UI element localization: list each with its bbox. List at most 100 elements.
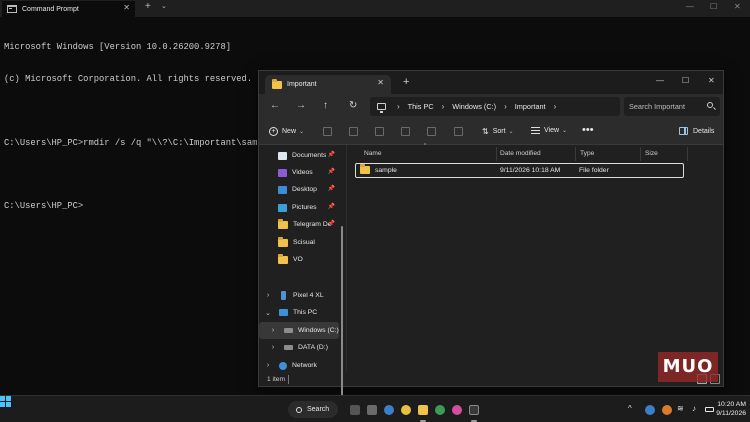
paste-icon[interactable] (375, 127, 384, 136)
file-list: ^ Name Date modified Type Size sample 9/… (351, 143, 723, 371)
folder-icon (272, 78, 282, 89)
network-icon (279, 361, 287, 370)
column-type[interactable]: Type (580, 150, 594, 157)
volume-icon[interactable]: ♪ (692, 404, 696, 413)
view-button[interactable]: View ⌄ (531, 127, 567, 134)
more-options-icon[interactable]: ••• (582, 124, 594, 136)
chevron-right-icon[interactable]: › (267, 344, 279, 351)
nav-item-vo[interactable]: VO (259, 251, 339, 268)
command-bar: + New ⌄ ⇅ Sort ⌄ View ⌄ ••• Details (259, 120, 723, 145)
breadcrumb-important[interactable]: Important (515, 102, 546, 111)
nav-item-windows-c[interactable]: › Windows (C:) (259, 322, 339, 339)
minimize-button[interactable]: — (686, 2, 694, 11)
task-view-icon[interactable] (350, 405, 360, 415)
details-label: Details (693, 127, 715, 135)
status-bar: 1 item (259, 372, 723, 387)
nav-item-videos[interactable]: Videos 📌 (259, 164, 339, 181)
file-name: sample (375, 166, 397, 174)
tray-app-icon[interactable] (645, 405, 655, 415)
browser-icon[interactable] (384, 405, 394, 415)
search-input[interactable] (629, 102, 705, 111)
refresh-icon[interactable]: ↻ (349, 100, 357, 111)
this-pc-icon (279, 309, 288, 316)
documents-icon (278, 151, 287, 160)
cmd-tab-title: Command Prompt (22, 5, 79, 13)
close-button[interactable]: ✕ (708, 76, 715, 85)
widgets-icon[interactable] (367, 405, 377, 415)
clock[interactable]: 10:20 AM 9/11/2026 (712, 400, 746, 418)
breadcrumb-this-pc[interactable]: This PC (408, 102, 434, 111)
cmd-output[interactable]: Microsoft Windows [Version 10.0.26200.92… (4, 21, 284, 233)
file-row[interactable]: sample 9/11/2026 10:18 AM File folder (355, 163, 684, 178)
address-bar[interactable]: › This PC › Windows (C:) › Important › (370, 97, 620, 116)
nav-item-this-pc[interactable]: ⌄ This PC (259, 304, 339, 321)
drive-icon (284, 328, 293, 333)
chevron-down-icon[interactable]: ⌄ (262, 309, 274, 317)
chevron-right-icon[interactable]: › (267, 327, 279, 334)
column-divider[interactable] (575, 147, 576, 161)
nav-item-desktop[interactable]: Desktop 📌 (259, 181, 339, 198)
column-divider[interactable] (640, 147, 641, 161)
details-pane-button[interactable]: Details (679, 127, 714, 135)
sort-icon: ⇅ (482, 127, 489, 136)
nav-item-scisual[interactable]: Scisual (259, 234, 339, 251)
taskbar-search[interactable]: Search (288, 401, 338, 418)
close-tab-icon[interactable]: ✕ (377, 78, 384, 87)
address-row: ← → ↑ ↻ › This PC › Windows (C:) › Impor… (259, 94, 723, 120)
nav-item-pictures[interactable]: Pictures 📌 (259, 199, 339, 216)
file-name-cell: sample (360, 164, 397, 174)
chevron-right-icon[interactable]: › (262, 362, 274, 369)
nav-item-data-d[interactable]: › DATA (D:) (259, 339, 339, 356)
search-box[interactable] (624, 97, 720, 116)
view-icon (531, 127, 540, 134)
up-arrow-icon[interactable]: ↑ (323, 100, 328, 111)
nav-item-label: Scisual (293, 239, 315, 246)
explorer-tab[interactable]: Important ✕ (265, 75, 391, 94)
cmd-tab[interactable]: Command Prompt ✕ (2, 1, 135, 17)
cmd-titlebar: Command Prompt ✕ + ⌄ — ☐ ✕ (0, 0, 750, 17)
breadcrumb-windows-c[interactable]: Windows (C:) (452, 102, 496, 111)
column-date-modified[interactable]: Date modified (500, 150, 541, 157)
share-icon[interactable] (427, 127, 436, 136)
new-tab-button[interactable]: + (403, 76, 409, 88)
new-button[interactable]: + New ⌄ (269, 127, 304, 136)
wifi-icon[interactable]: ≋ (677, 404, 684, 413)
pane-divider[interactable] (346, 145, 347, 371)
nav-item-pixel[interactable]: › Pixel 4 XL (259, 287, 339, 304)
nav-item-telegram[interactable]: Telegram De 📌 (259, 216, 339, 233)
chrome-profile-icon[interactable] (435, 405, 445, 415)
plus-icon: + (269, 127, 278, 136)
chevron-right-icon[interactable]: › (262, 292, 274, 299)
start-icon[interactable] (0, 396, 11, 407)
chrome-icon[interactable] (401, 405, 411, 415)
column-divider[interactable] (687, 147, 688, 161)
chevron-down-icon[interactable]: ⌄ (161, 2, 167, 10)
column-divider[interactable] (496, 147, 497, 161)
back-arrow-icon[interactable]: ← (270, 100, 280, 111)
column-size[interactable]: Size (645, 150, 658, 157)
terminal-icon[interactable] (469, 405, 479, 415)
maximize-button[interactable]: ☐ (682, 76, 689, 85)
close-button[interactable]: ✕ (734, 2, 741, 11)
file-explorer-icon[interactable] (418, 405, 428, 415)
new-tab-button[interactable]: + (145, 1, 151, 12)
minimize-button[interactable]: — (656, 76, 664, 85)
forward-arrow-icon[interactable]: → (296, 100, 306, 111)
app-icon[interactable] (452, 405, 462, 415)
tray-chevron-up-icon[interactable]: ^ (628, 404, 632, 413)
nav-scrollbar[interactable] (341, 226, 343, 422)
chevron-down-icon: ⌄ (299, 129, 305, 135)
tray-app-icon[interactable] (662, 405, 672, 415)
nav-item-label: Documents (292, 152, 327, 159)
chevron-right-icon[interactable]: › (554, 102, 557, 111)
delete-icon[interactable] (454, 127, 463, 136)
sort-button[interactable]: ⇅ Sort ⌄ (482, 127, 514, 136)
maximize-button[interactable]: ☐ (710, 2, 717, 11)
nav-item-documents[interactable]: Documents 📌 (259, 147, 339, 164)
close-tab-icon[interactable]: ✕ (123, 3, 130, 12)
rename-icon[interactable] (401, 127, 410, 136)
copy-icon[interactable] (349, 127, 358, 136)
cut-icon[interactable] (323, 127, 332, 136)
column-name[interactable]: Name (364, 150, 382, 157)
pictures-icon (278, 203, 287, 212)
